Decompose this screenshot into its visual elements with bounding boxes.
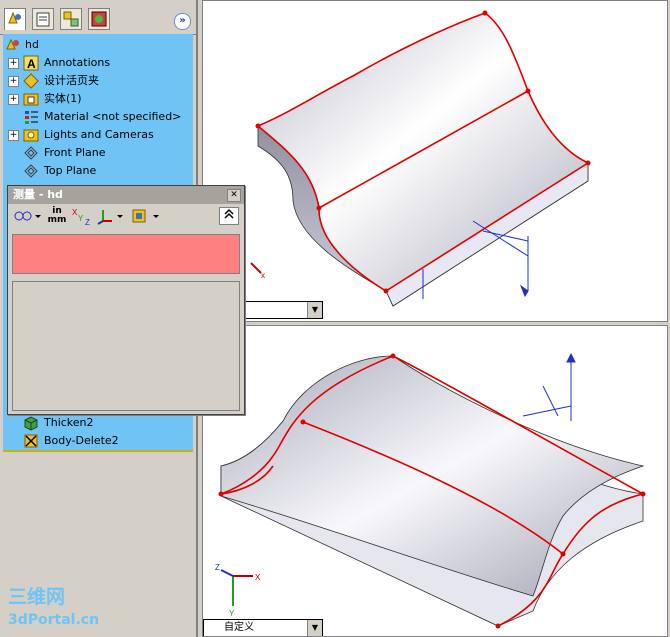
- xyz-measure-button[interactable]: X Y Z: [71, 207, 93, 227]
- graphics-viewport-top[interactable]: x 轴测 ▼: [202, 0, 668, 322]
- tree-item-label: Body-Delete2: [44, 434, 119, 447]
- coordinate-triad: x: [250, 262, 265, 280]
- graphics-viewport-bottom[interactable]: Z X Y 自定义 ▼: [202, 325, 668, 637]
- tree-item-label: Front Plane: [44, 146, 106, 159]
- configuration-manager-tab[interactable]: [60, 8, 82, 30]
- coordinate-triad: Z X Y: [215, 563, 261, 618]
- appearance-manager-tab[interactable]: [88, 8, 110, 30]
- projection-icon: [132, 209, 159, 223]
- measure-results-area: [12, 281, 240, 411]
- svg-text:Z: Z: [215, 563, 220, 572]
- measure-toolbar: in mm X Y Z: [11, 207, 241, 229]
- measure-dialog-title-bar[interactable]: 测量 - hd ✕: [8, 186, 244, 204]
- measure-dialog-title: 测量 - hd: [13, 188, 63, 201]
- expand-toggle[interactable]: +: [8, 130, 19, 141]
- svg-text:x: x: [261, 271, 265, 280]
- selection-box[interactable]: [12, 234, 240, 274]
- chevron-down-icon[interactable]: ▼: [307, 302, 322, 318]
- svg-text:X: X: [255, 573, 261, 582]
- arc-measure-icon: [14, 211, 41, 221]
- model-view-custom[interactable]: Z X Y: [203, 326, 668, 637]
- double-chevron-up-icon: [224, 208, 234, 219]
- lights-icon: [23, 129, 39, 142]
- svg-text:Y: Y: [229, 609, 235, 618]
- tree-root-label: hd: [25, 38, 39, 51]
- measure-dialog[interactable]: 测量 - hd ✕ in mm X Y Z: [7, 185, 245, 415]
- view-orientation-dropdown[interactable]: 自定义 ▼: [203, 619, 323, 636]
- coordinate-system-icon: [97, 210, 123, 225]
- thicken-icon: [24, 416, 38, 431]
- feature-tree-icon: [8, 11, 21, 24]
- property-manager-tab[interactable]: [32, 8, 54, 30]
- tree-item-label: Material <not specified>: [44, 110, 182, 123]
- watermark-url: 3dPortal.cn: [8, 612, 100, 628]
- design-binder-icon: [23, 73, 39, 89]
- projection-button[interactable]: [131, 207, 163, 227]
- property-icon: [36, 12, 50, 27]
- view-orientation-value: 自定义: [224, 622, 254, 633]
- configuration-icon: [63, 11, 79, 27]
- feature-manager-tab[interactable]: [4, 8, 26, 30]
- units-precision-button[interactable]: in mm: [47, 207, 67, 227]
- model-view-isometric[interactable]: x: [203, 1, 668, 322]
- manager-tab-bar: »: [0, 0, 196, 35]
- tree-item-label: Top Plane: [44, 164, 97, 177]
- material-icon: [25, 111, 38, 124]
- annotation-icon: A: [23, 55, 39, 71]
- coordinate-system-button[interactable]: [97, 207, 127, 227]
- xyz-icon: X Y Z: [72, 208, 90, 227]
- expand-panel-button[interactable]: »: [174, 13, 191, 30]
- tree-item-label: 设计活页夹: [44, 74, 99, 87]
- arc-circle-options-button[interactable]: [13, 207, 41, 227]
- tree-item-label: Annotations: [44, 56, 111, 69]
- close-button[interactable]: ✕: [227, 189, 241, 202]
- expand-toggle[interactable]: +: [8, 94, 19, 105]
- solid-body-folder-icon: [23, 93, 39, 106]
- tree-item-label: Thicken2: [44, 416, 94, 429]
- watermark-logo: 三维网: [8, 586, 66, 608]
- expand-toggle[interactable]: +: [8, 76, 19, 87]
- tree-item-label: 实体(1): [44, 92, 82, 105]
- appearance-icon: [91, 11, 107, 27]
- plane-icon: [24, 146, 38, 160]
- tree-item-label: Lights and Cameras: [44, 128, 154, 141]
- svg-text:Z: Z: [85, 218, 90, 225]
- svg-text:A: A: [27, 57, 36, 71]
- expand-toggle[interactable]: +: [8, 58, 19, 69]
- body-delete-icon: [24, 434, 38, 448]
- svg-text:Y: Y: [78, 214, 84, 223]
- part-icon: [6, 38, 19, 50]
- dimension-annotation: [522, 352, 576, 421]
- plane-icon: [24, 164, 38, 178]
- collapse-results-button[interactable]: [219, 207, 239, 225]
- chevron-down-icon[interactable]: ▼: [307, 620, 322, 636]
- units-label-bottom: mm: [47, 215, 67, 225]
